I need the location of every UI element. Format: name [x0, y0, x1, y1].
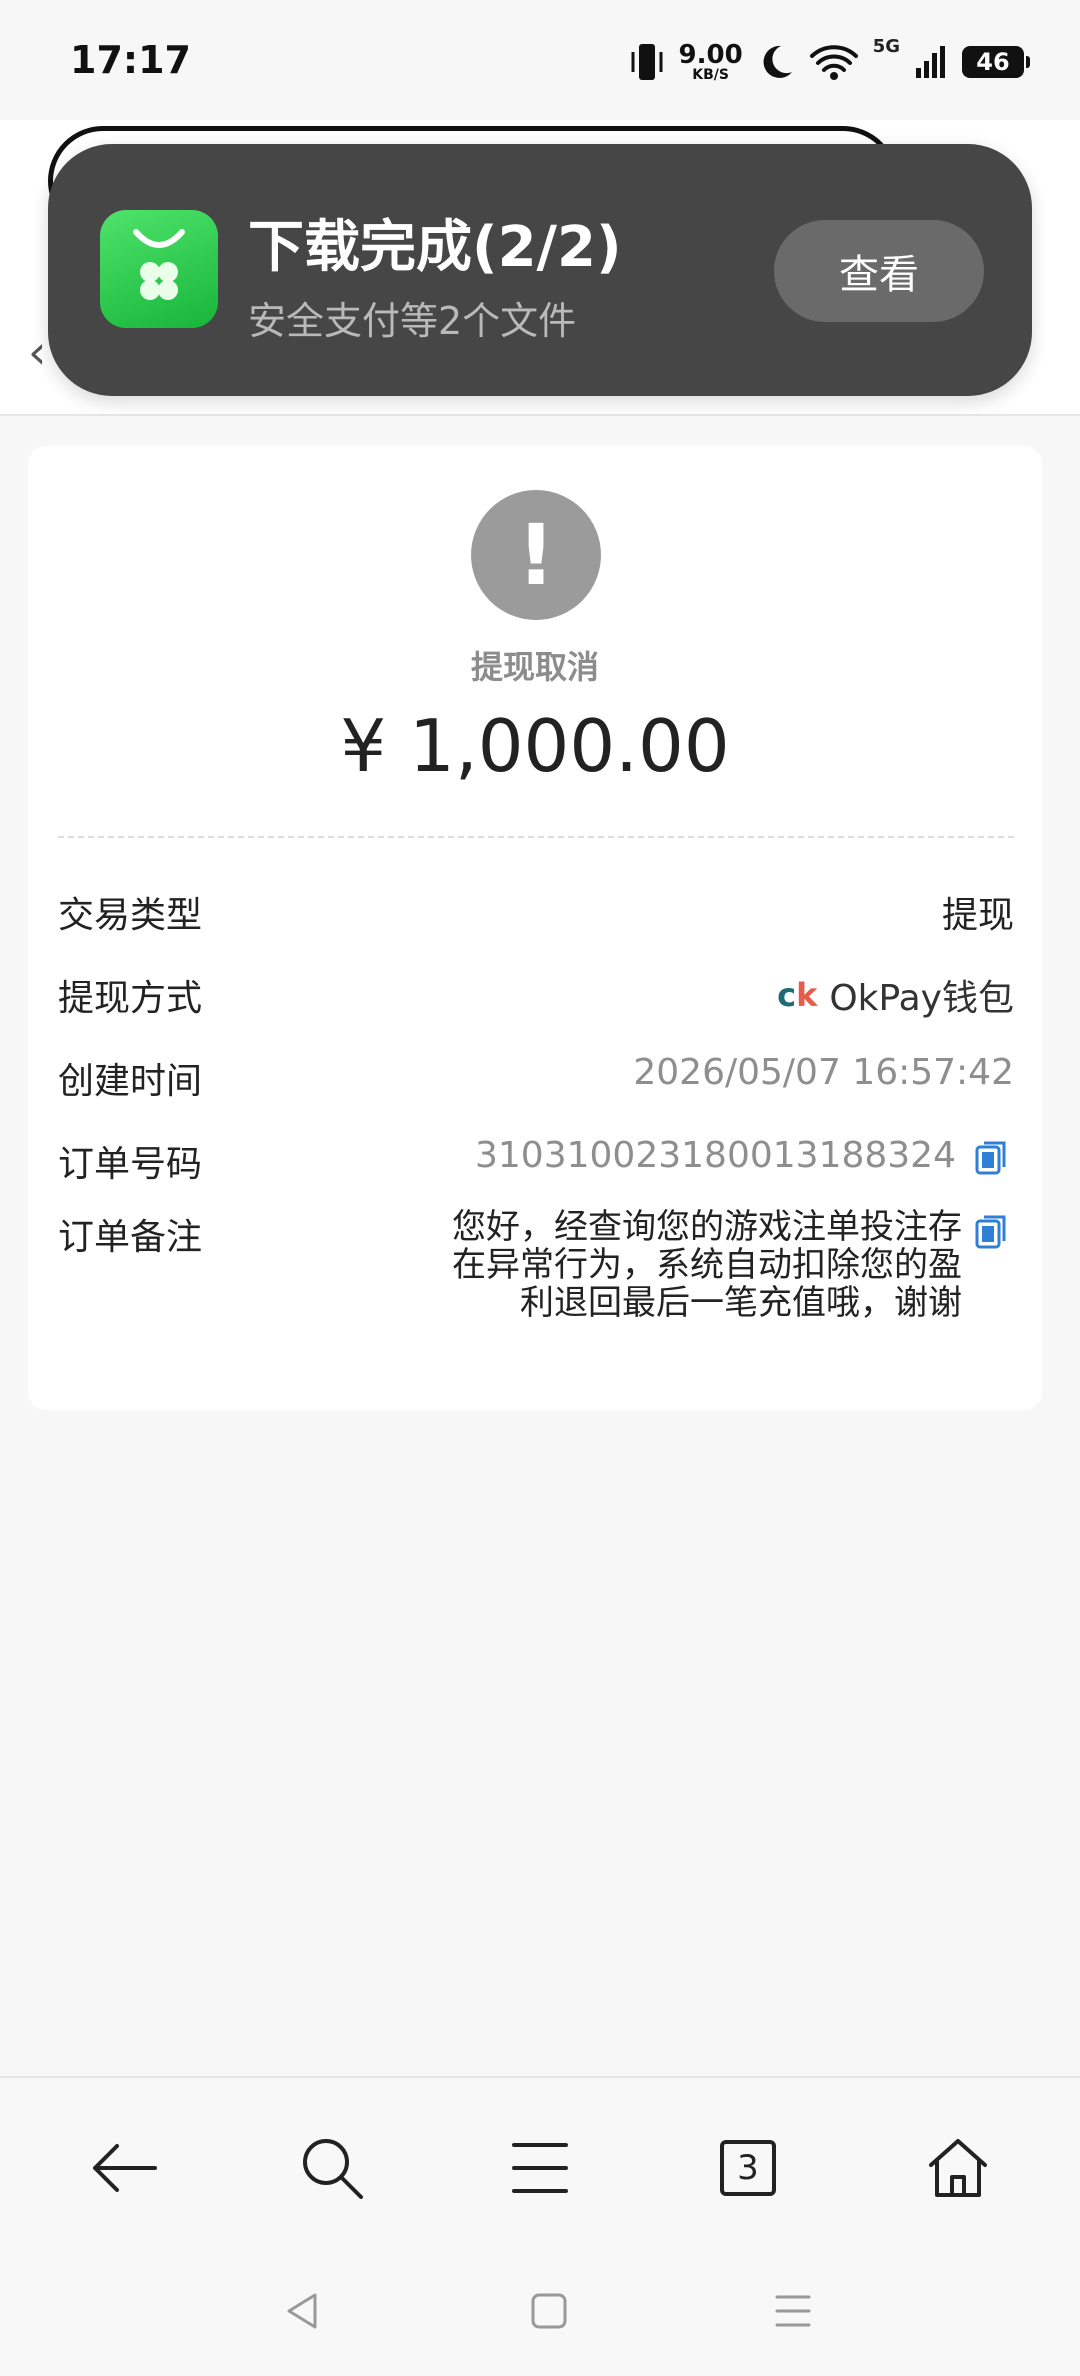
status-time: 17:17 [70, 38, 191, 82]
nav-home-icon[interactable] [524, 2286, 574, 2336]
vibrate-icon [631, 44, 663, 80]
wifi-icon [809, 45, 858, 80]
browser-toolbar: 3 [0, 2076, 1080, 2248]
tabs-button[interactable]: 3 [708, 2128, 788, 2208]
nav-back-icon[interactable] [278, 2286, 328, 2336]
row-label-method: 提现方式 [58, 978, 203, 1019]
nav-recents-icon[interactable] [768, 2286, 818, 2336]
battery-icon: 46 [962, 46, 1030, 78]
row-value-method: ck OkPay钱包 [777, 969, 1014, 1021]
row-value-remark: 您好，经查询您的游戏注单投注存在异常行为，系统自动扣除您的盈利退回最后一笔充值哦… [452, 1207, 962, 1323]
row-label-order: 订单号码 [58, 1144, 203, 1185]
notification-subtitle: 安全支付等2个文件 [248, 299, 577, 343]
copy-remark-icon[interactable] [974, 1214, 1010, 1250]
okpay-logo-icon: ck [777, 976, 818, 1014]
row-value-created: 2026/05/07 16:57:42 [633, 1052, 1014, 1093]
row-label-created: 创建时间 [58, 1061, 203, 1102]
row-value-type: 提现 [941, 895, 1014, 936]
search-icon[interactable] [292, 2128, 372, 2208]
row-label-type: 交易类型 [58, 895, 203, 936]
download-notification[interactable]: 下载完成(2/2) 安全支付等2个文件 查看 [48, 144, 1032, 396]
status-label: 提现取消 [470, 648, 599, 686]
net-speed: 9.00 KB/S [678, 40, 743, 83]
view-button[interactable]: 查看 [774, 220, 984, 322]
method-label: OkPay钱包 [829, 978, 1014, 1019]
app-store-icon [100, 210, 218, 328]
tabs-count: 3 [720, 2140, 776, 2196]
back-arrow-icon[interactable] [84, 2128, 164, 2208]
moon-icon [763, 45, 792, 78]
status-bar: 17:17 9.00 KB/S 5G 46 [0, 0, 1080, 120]
withdrawal-detail-card: ! 提现取消 ¥ 1,000.00 交易类型 提现 提现方式 ck OkPay钱… [28, 446, 1042, 1410]
row-label-remark: 订单备注 [58, 1217, 203, 1258]
status-icons: 9.00 KB/S 5G 46 [629, 36, 1030, 88]
exclamation-icon: ! [471, 490, 601, 620]
row-value-order: 310310023180013188324 [475, 1135, 956, 1176]
dashed-divider [58, 836, 1014, 838]
notification-title: 下载完成(2/2) [248, 215, 622, 280]
amount: ¥ 1,000.00 [340, 704, 730, 788]
battery-level: 46 [976, 48, 1010, 76]
system-nav-bar [0, 2246, 1080, 2376]
home-icon[interactable] [918, 2128, 998, 2208]
menu-icon[interactable] [500, 2128, 580, 2208]
network-label: 5G [872, 36, 900, 57]
back-chevron-icon[interactable]: ‹ [28, 325, 46, 379]
signal-icon [916, 46, 945, 78]
copy-order-icon[interactable] [974, 1140, 1010, 1176]
